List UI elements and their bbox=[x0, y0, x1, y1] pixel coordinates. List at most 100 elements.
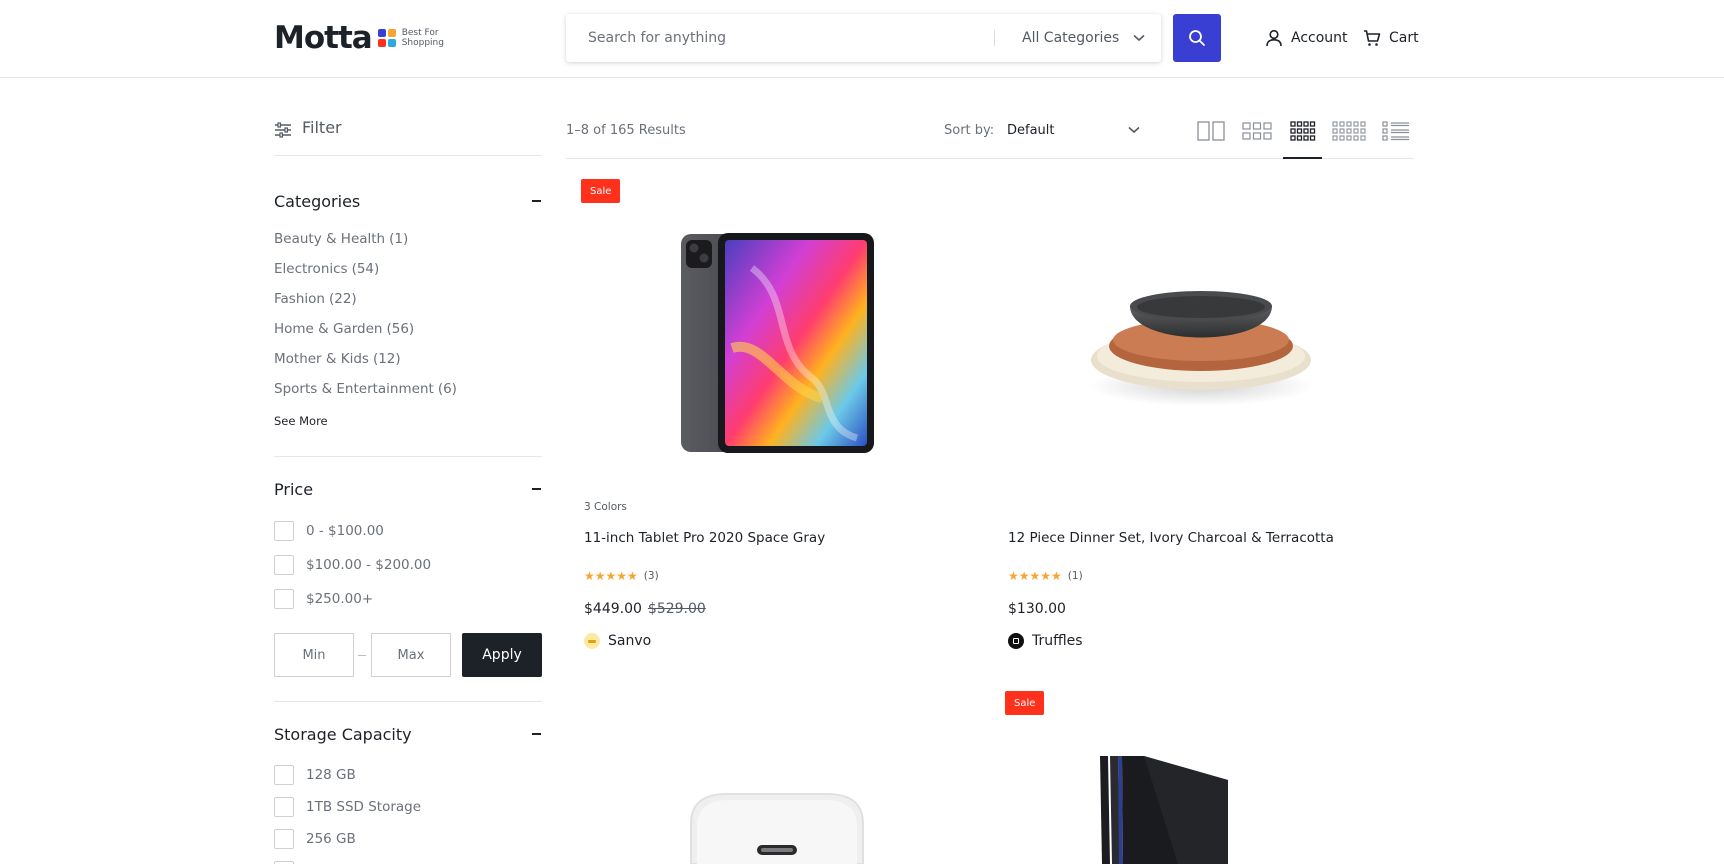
checkbox[interactable] bbox=[274, 797, 294, 817]
user-icon bbox=[1266, 29, 1282, 47]
categories-collapse-icon[interactable] bbox=[532, 200, 541, 202]
search-input[interactable] bbox=[588, 14, 988, 62]
apply-button[interactable]: Apply bbox=[462, 633, 542, 677]
product-rating: ★★★★★ (3) bbox=[584, 569, 659, 583]
4-columns-icon[interactable] bbox=[1288, 120, 1318, 142]
categories-title[interactable]: Categories bbox=[274, 192, 360, 211]
storage-collapse-icon[interactable] bbox=[532, 733, 541, 735]
chevron-down-icon[interactable] bbox=[1128, 126, 1140, 134]
category-count: (6) bbox=[437, 381, 457, 397]
account-link[interactable]: Account bbox=[1265, 26, 1348, 50]
vendor-name: Truffles bbox=[1032, 633, 1083, 649]
2-columns-icon[interactable] bbox=[1196, 120, 1226, 142]
section-divider bbox=[274, 456, 542, 457]
site-header: Motta Best For Shopping All Categories A… bbox=[0, 0, 1724, 78]
logo-tagline-line-1: Best For bbox=[401, 28, 439, 38]
dinner-set-product-image[interactable] bbox=[1088, 288, 1314, 408]
category-item[interactable]: Home & Garden (56) bbox=[274, 321, 414, 337]
storage-option[interactable]: 256 GB bbox=[274, 828, 356, 850]
category-item[interactable]: Mother & Kids (12) bbox=[274, 351, 401, 367]
cart-link[interactable]: Cart bbox=[1363, 26, 1419, 50]
price-option[interactable]: $100.00 - $200.00 bbox=[274, 554, 431, 576]
category-item[interactable]: Beauty & Health (1) bbox=[274, 231, 408, 247]
checkbox[interactable] bbox=[274, 765, 294, 785]
storage-option[interactable] bbox=[274, 860, 306, 864]
original-price: $529.00 bbox=[647, 601, 706, 617]
star-rating-icon: ★★★★★ bbox=[1008, 569, 1062, 583]
vendor-link[interactable]: Sanvo bbox=[584, 633, 651, 649]
site-logo[interactable]: Motta Best For Shopping bbox=[274, 20, 444, 56]
price-option-label: 0 - $100.00 bbox=[306, 523, 384, 539]
5-columns-icon[interactable] bbox=[1331, 120, 1367, 142]
current-price: $449.00 bbox=[584, 601, 642, 617]
chevron-down-icon bbox=[1133, 34, 1145, 42]
sale-badge: Sale bbox=[581, 179, 621, 203]
list-view-icon[interactable] bbox=[1381, 120, 1411, 142]
storage-option[interactable]: 1TB SSD Storage bbox=[274, 796, 421, 818]
category-label: Fashion bbox=[274, 291, 325, 307]
storage-option-label: 256 GB bbox=[306, 831, 356, 847]
cart-icon bbox=[1364, 30, 1381, 46]
vendor-logo-icon bbox=[584, 633, 600, 649]
vendor-link[interactable]: Truffles bbox=[1008, 633, 1083, 649]
storage-title[interactable]: Storage Capacity bbox=[274, 725, 412, 744]
section-divider bbox=[274, 701, 542, 702]
tablet-product-image[interactable] bbox=[672, 228, 878, 458]
product-title[interactable]: 12 Piece Dinner Set, Ivory Charcoal & Te… bbox=[1008, 530, 1334, 546]
3-columns-icon[interactable] bbox=[1241, 120, 1273, 142]
category-label: Home & Garden bbox=[274, 321, 383, 337]
console-product-image[interactable] bbox=[1098, 754, 1230, 864]
price-collapse-icon[interactable] bbox=[532, 488, 541, 490]
active-view-indicator bbox=[1283, 157, 1322, 159]
category-select-value: All Categories bbox=[1022, 30, 1120, 46]
category-select[interactable]: All Categories bbox=[1022, 14, 1145, 62]
product-price: $449.00 $529.00 bbox=[584, 601, 706, 617]
product-rating: ★★★★★ (1) bbox=[1008, 569, 1083, 583]
category-label: Sports & Entertainment bbox=[274, 381, 434, 397]
price-option-label: $100.00 - $200.00 bbox=[306, 557, 432, 573]
sort-select[interactable]: Default bbox=[1007, 123, 1055, 138]
current-price: $130.00 bbox=[1008, 601, 1066, 617]
category-item[interactable]: Fashion (22) bbox=[274, 291, 357, 307]
price-option[interactable]: 0 - $100.00 bbox=[274, 520, 384, 542]
category-item[interactable]: Electronics (54) bbox=[274, 261, 379, 277]
logo-wordmark: Motta bbox=[274, 20, 373, 56]
logo-tagline: Best For Shopping bbox=[402, 28, 444, 48]
sale-badge: Sale bbox=[1005, 691, 1045, 715]
category-count: (12) bbox=[372, 351, 401, 367]
checkbox[interactable] bbox=[274, 589, 294, 609]
category-label: Mother & Kids bbox=[274, 351, 369, 367]
price-title[interactable]: Price bbox=[274, 480, 313, 499]
star-rating-icon: ★★★★★ bbox=[584, 569, 638, 583]
category-item[interactable]: Sports & Entertainment (6) bbox=[274, 381, 457, 397]
account-label: Account bbox=[1291, 30, 1348, 46]
vendor-name: Sanvo bbox=[608, 633, 652, 649]
checkbox[interactable] bbox=[274, 521, 294, 541]
charger-product-image[interactable] bbox=[681, 790, 873, 864]
category-count: (22) bbox=[328, 291, 357, 307]
search-button[interactable] bbox=[1173, 14, 1221, 62]
search-bar: All Categories bbox=[566, 14, 1161, 62]
logo-tagline-line-2: Shopping bbox=[401, 38, 444, 48]
checkbox[interactable] bbox=[274, 829, 294, 849]
filter-label: Filter bbox=[302, 118, 342, 137]
range-dash bbox=[358, 655, 366, 656]
price-option[interactable]: $250.00+ bbox=[274, 588, 373, 610]
see-more-link[interactable]: See More bbox=[274, 414, 328, 428]
checkbox[interactable] bbox=[274, 555, 294, 575]
price-min-input[interactable]: Min bbox=[274, 633, 354, 677]
filter-toggle[interactable]: Filter bbox=[274, 118, 542, 156]
cart-label: Cart bbox=[1389, 30, 1419, 46]
review-count: (3) bbox=[643, 570, 659, 582]
price-max-input[interactable]: Max bbox=[371, 633, 451, 677]
storage-option[interactable]: 128 GB bbox=[274, 764, 356, 786]
category-label: Beauty & Health bbox=[274, 231, 386, 247]
color-count: 3 Colors bbox=[584, 501, 627, 513]
category-count: (1) bbox=[389, 231, 409, 247]
logo-mark-icon bbox=[377, 29, 396, 47]
vendor-logo-icon bbox=[1008, 633, 1024, 649]
sort-label: Sort by: bbox=[944, 123, 995, 138]
product-title[interactable]: 11-inch Tablet Pro 2020 Space Gray bbox=[584, 530, 825, 546]
catalog-toolbar: 1–8 of 165 Results Sort by: Default bbox=[566, 118, 1414, 159]
category-count: (54) bbox=[351, 261, 380, 277]
